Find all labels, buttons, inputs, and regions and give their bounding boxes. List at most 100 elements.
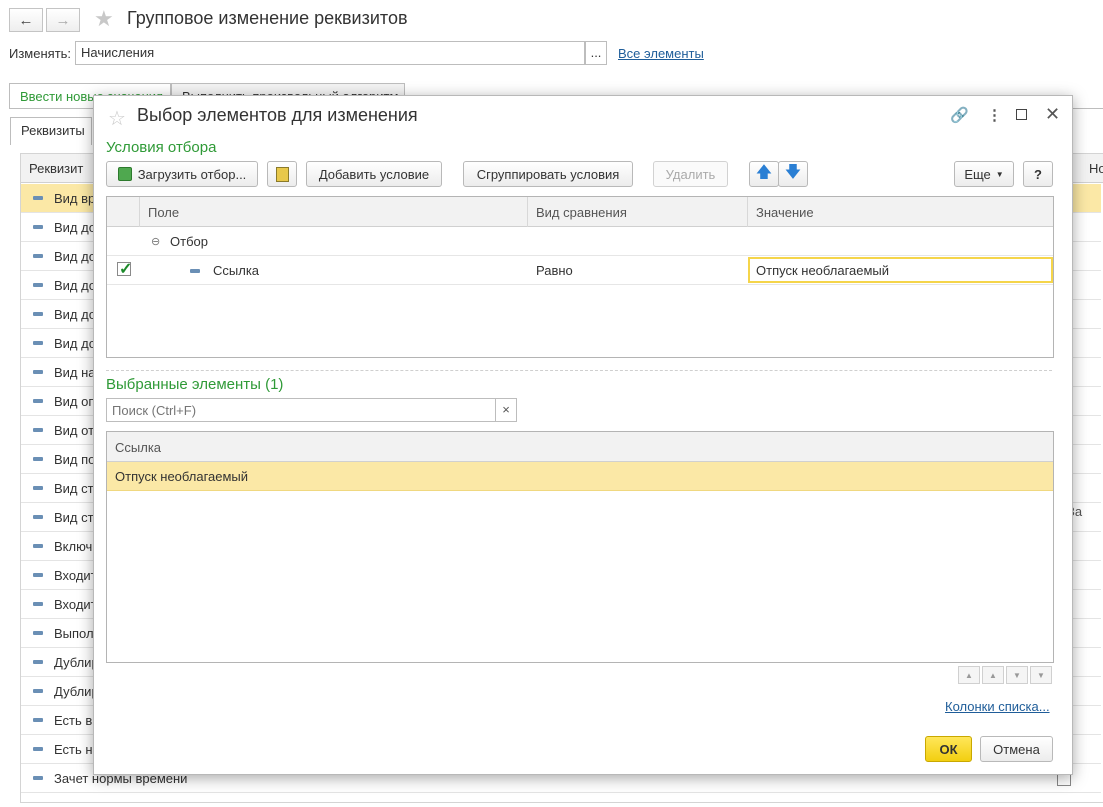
attribute-dash-icon <box>33 486 43 490</box>
attribute-dash-icon <box>33 283 43 287</box>
list-item-label: Отпуск необлагаемый <box>115 469 249 484</box>
load-filter-button[interactable]: Загрузить отбор... <box>106 161 258 187</box>
link-column-header: Ссылка <box>115 439 162 455</box>
filter-condition-row[interactable]: ✓ Ссылка Равно Отпуск необлагаемый <box>107 256 1053 285</box>
dropdown-arrow-icon: ▼ <box>995 169 1004 179</box>
dialog-title: Выбор элементов для изменения <box>137 105 418 125</box>
attribute-dash-icon <box>33 602 43 606</box>
collapse-icon[interactable]: ⊖ <box>151 227 160 256</box>
arrow-left-icon: ← <box>18 11 34 29</box>
subtab-attributes[interactable]: Реквизиты <box>10 117 92 145</box>
cancel-button[interactable]: Отмена <box>980 736 1053 762</box>
attribute-dash-icon <box>33 341 43 345</box>
list-header: Ссылка <box>107 432 1053 462</box>
move-down-button[interactable]: 🡇 <box>778 161 808 187</box>
filter-grid-header: Поле Вид сравнения Значение <box>107 197 1053 227</box>
attribute-dash-icon <box>33 660 43 664</box>
attribute-dash-icon <box>33 196 43 200</box>
more-menu-icon[interactable]: ⋮ <box>987 106 1002 124</box>
attribute-dash-icon <box>33 370 43 374</box>
group-label: Отбор <box>170 234 208 249</box>
selected-elements-list: Ссылка Отпуск необлагаемый <box>106 431 1054 663</box>
add-condition-button[interactable]: Добавить условие <box>306 161 442 187</box>
attribute-dash-icon <box>33 776 43 780</box>
attribute-row-label: Вид до <box>54 219 96 235</box>
attribute-row-label: Есть в <box>54 712 93 728</box>
attribute-row-label: Вид от <box>54 422 95 438</box>
attribute-row-label: Вид ст <box>54 480 94 496</box>
ok-button[interactable]: ОК <box>925 736 972 762</box>
page-title: Групповое изменение реквизитов <box>127 8 408 28</box>
attribute-row-label: Вид по <box>54 451 96 467</box>
scroll-down-icon: ▼ <box>1013 670 1021 680</box>
check-column-header <box>107 197 140 227</box>
attribute-row-label: Дублир <box>54 654 99 670</box>
attribute-dash-icon <box>33 225 43 229</box>
save-filter-button[interactable] <box>267 161 297 187</box>
attribute-row-label: Выпол <box>54 625 94 641</box>
attribute-dash-icon <box>33 428 43 432</box>
forward-button[interactable]: → <box>46 8 80 32</box>
attribute-row-label: Вид вр <box>54 190 96 206</box>
attribute-dash-icon <box>33 254 43 258</box>
attribute-dash-icon <box>33 457 43 461</box>
attribute-dash-icon <box>33 631 43 635</box>
right-column-header: Но <box>1089 161 1103 176</box>
attribute-dash-icon <box>33 573 43 577</box>
selection-dialog: ☆ Выбор элементов для изменения 🔗 ⋮ ✕ Ус… <box>93 95 1073 775</box>
attribute-dash-icon <box>33 689 43 693</box>
maximize-icon[interactable] <box>1016 109 1027 120</box>
close-icon[interactable]: ✕ <box>1045 104 1060 125</box>
save-filter-icon <box>275 166 289 182</box>
attribute-row-label: Включ <box>54 538 93 554</box>
scroll-up-button[interactable]: ▲ <box>982 666 1004 684</box>
attribute-dash-icon <box>33 399 43 403</box>
favorite-star-icon[interactable]: ★ <box>94 8 114 30</box>
attribute-row-label: Входит <box>54 596 97 612</box>
change-label: Изменять: <box>9 46 72 61</box>
attribute-row-label: Вид на <box>54 364 96 380</box>
back-button[interactable]: ← <box>9 8 43 32</box>
search-clear-button[interactable]: × <box>495 398 517 422</box>
condition-checkbox[interactable]: ✓ <box>117 261 133 278</box>
filter-group-row[interactable]: ⊖ Отбор <box>107 227 1053 256</box>
list-columns-link[interactable]: Колонки списка... <box>945 699 1050 714</box>
attribute-row-label: Дублир <box>54 683 99 699</box>
scroll-top-button[interactable]: ▲ <box>958 666 980 684</box>
scroll-top-icon: ▲ <box>965 670 973 680</box>
group-conditions-button[interactable]: Сгруппировать условия <box>463 161 633 187</box>
attribute-dash-icon <box>33 718 43 722</box>
more-button[interactable]: Еще ▼ <box>954 161 1014 187</box>
condition-value-field[interactable]: Отпуск необлагаемый <box>748 257 1053 283</box>
attribute-dash-icon <box>33 747 43 751</box>
scroll-up-icon: ▲ <box>989 670 997 680</box>
delete-button[interactable]: Удалить <box>653 161 728 187</box>
condition-comparison[interactable]: Равно <box>536 256 573 285</box>
attribute-row-label: Входит <box>54 567 97 583</box>
attribute-dash-icon <box>33 544 43 548</box>
load-filter-icon <box>117 167 132 181</box>
link-icon[interactable]: 🔗 <box>950 106 969 124</box>
choose-button[interactable]: ... <box>585 41 607 65</box>
field-dash-icon <box>190 256 200 285</box>
favorite-star-icon[interactable]: ☆ <box>108 108 126 130</box>
search-input[interactable] <box>106 398 496 422</box>
arrow-right-icon: → <box>55 11 71 29</box>
selected-elements-title: Выбранные элементы (1) <box>106 376 284 393</box>
help-button[interactable]: ? <box>1023 161 1053 187</box>
attribute-row-label: Вид ст <box>54 509 94 525</box>
checkmark-icon: ✓ <box>119 261 133 278</box>
move-up-button[interactable]: 🡅 <box>749 161 779 187</box>
scroll-down-button[interactable]: ▼ <box>1006 666 1028 684</box>
list-item[interactable]: Отпуск необлагаемый <box>107 462 1053 491</box>
attribute-row-label: Вид оп <box>54 393 96 409</box>
scroll-bottom-button[interactable]: ▼ <box>1030 666 1052 684</box>
condition-field: Ссылка <box>213 263 260 278</box>
change-field[interactable]: Начисления <box>75 41 585 65</box>
attribute-row-label: Вид до <box>54 277 96 293</box>
section-divider <box>106 370 1052 371</box>
attribute-row-label: Вид до <box>54 306 96 322</box>
arrow-up-icon: 🡅 <box>755 163 773 181</box>
all-elements-link[interactable]: Все элементы <box>618 46 704 61</box>
comparison-column-header: Вид сравнения <box>528 197 748 227</box>
